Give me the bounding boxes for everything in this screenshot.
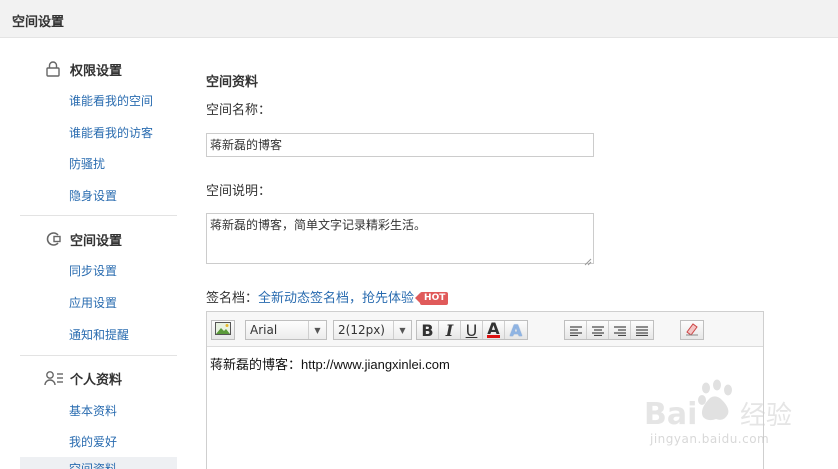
text-style-group: B I U A A <box>416 320 528 340</box>
baidu-logo-icon: Bai 经验 <box>644 379 792 432</box>
sidebar-item-hobbies[interactable]: 我的爱好 <box>69 433 117 450</box>
font-color-icon: A <box>487 318 500 338</box>
font-family-value: Arial <box>250 323 278 337</box>
signature-promo-link[interactable]: 全新动态签名档，抢先体验 <box>258 291 414 306</box>
align-justify-icon <box>636 321 648 340</box>
sidebar-item-anti-harassment[interactable]: 防骚扰 <box>69 155 105 172</box>
profile-icon <box>44 369 63 387</box>
editor-content[interactable]: 蒋新磊的博客：http://www.jiangxinlei.com <box>210 354 450 373</box>
highlight-icon: A <box>509 320 523 340</box>
clear-format-button[interactable] <box>680 320 704 340</box>
svg-text:经验: 经验 <box>740 401 792 431</box>
hot-badge: HOT <box>414 292 449 305</box>
page-title: 空间设置 <box>12 15 65 30</box>
sidebar-section-title: 权限设置 <box>70 64 123 79</box>
italic-button[interactable]: I <box>439 320 461 340</box>
sidebar: 权限设置 谁能看我的空间 谁能看我的访客 防骚扰 隐身设置 空间设置 同步设置 … <box>20 48 177 469</box>
editor-toolbar: Arial ▼ 2(12px) ▼ B I U A A <box>207 312 763 347</box>
signature-row: 签名档：全新动态签名档，抢先体验 HOT <box>206 287 449 306</box>
section-title: 空间资料 <box>206 75 259 90</box>
align-justify-button[interactable] <box>631 321 653 339</box>
font-size-value: 2(12px) <box>338 323 385 337</box>
font-size-select[interactable]: 2(12px) ▼ <box>333 320 412 340</box>
underline-button[interactable]: U <box>461 320 483 340</box>
font-family-select[interactable]: Arial ▼ <box>245 320 327 340</box>
space-desc-textarea[interactable]: 蒋新磊的博客，简单文字记录精彩生活。 <box>206 213 594 266</box>
space-name-input[interactable]: 蒋新磊的博客 <box>206 133 594 157</box>
align-left-icon <box>569 321 582 340</box>
sidebar-item-who-can-view-space[interactable]: 谁能看我的空间 <box>69 92 153 109</box>
chevron-down-icon: ▼ <box>308 321 326 339</box>
chevron-down-icon: ▼ <box>393 321 411 339</box>
image-icon <box>215 322 231 338</box>
eraser-icon <box>685 322 699 339</box>
align-center-button[interactable] <box>587 321 609 339</box>
italic-icon: I <box>445 320 454 340</box>
sidebar-item-notifications[interactable]: 通知和提醒 <box>69 326 129 343</box>
sync-icon <box>44 230 62 248</box>
sidebar-section-profile: 个人资料 <box>20 365 177 391</box>
sidebar-section-privacy: 权限设置 <box>20 56 177 82</box>
alignment-group <box>564 320 654 340</box>
space-desc-value: 蒋新磊的博客，简单文字记录精彩生活。 <box>210 218 427 232</box>
baidu-jingyan-watermark: Bai 经验 jingyan.baidu.com <box>644 376 794 456</box>
space-desc-label: 空间说明： <box>206 184 272 199</box>
sidebar-divider <box>20 355 177 356</box>
watermark-url: jingyan.baidu.com <box>650 432 770 446</box>
sidebar-divider <box>20 215 177 216</box>
font-color-button[interactable]: A <box>483 318 505 339</box>
svg-text:Bai: Bai <box>644 397 697 432</box>
sidebar-section-title: 个人资料 <box>70 373 123 388</box>
sidebar-item-invisible[interactable]: 隐身设置 <box>69 187 117 204</box>
resize-grip-icon[interactable] <box>584 254 592 266</box>
align-left-button[interactable] <box>565 321 587 339</box>
underline-icon: U <box>465 320 478 340</box>
sidebar-item-space-info[interactable]: 空间资料 <box>69 460 117 469</box>
insert-image-button[interactable] <box>211 320 235 340</box>
sidebar-section-title: 空间设置 <box>70 234 123 249</box>
space-name-label: 空间名称： <box>206 103 272 118</box>
sidebar-item-basic-info[interactable]: 基本资料 <box>69 402 117 419</box>
sidebar-item-who-can-view-visitors[interactable]: 谁能看我的访客 <box>69 124 153 141</box>
bold-icon: B <box>421 320 434 340</box>
signature-label: 签名档： <box>206 291 259 306</box>
sidebar-section-space: 空间设置 <box>20 226 177 252</box>
sidebar-item-sync-settings[interactable]: 同步设置 <box>69 262 117 279</box>
bold-button[interactable]: B <box>417 320 439 340</box>
highlight-button[interactable]: A <box>505 320 527 340</box>
align-center-icon <box>591 321 604 340</box>
lock-icon <box>44 60 62 78</box>
align-right-button[interactable] <box>609 321 631 339</box>
sidebar-item-app-settings[interactable]: 应用设置 <box>69 294 117 311</box>
align-right-icon <box>613 321 626 340</box>
